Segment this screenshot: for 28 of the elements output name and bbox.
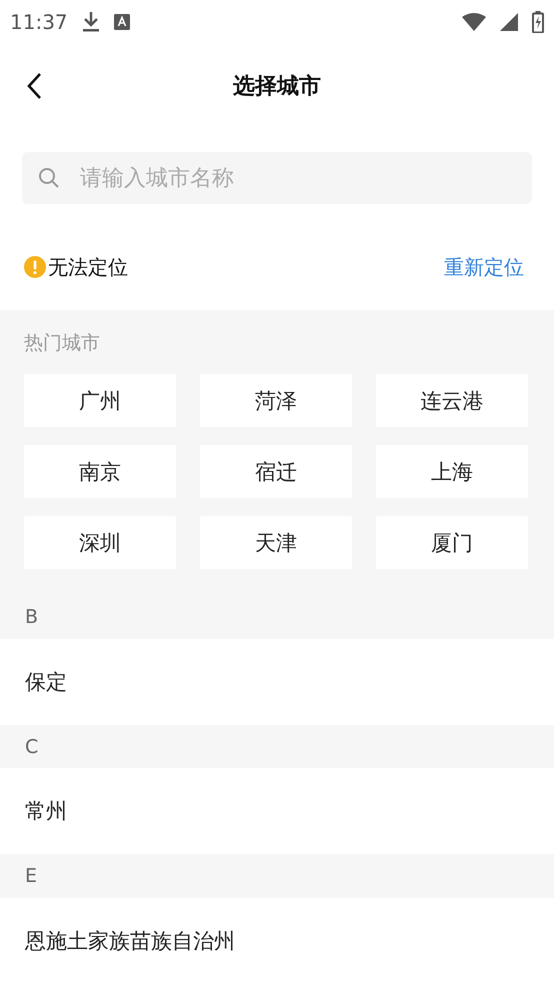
- page-title: 选择城市: [233, 72, 321, 101]
- section-letter: E: [25, 865, 38, 888]
- relocate-link[interactable]: 重新定位: [444, 254, 524, 280]
- section-letter: B: [25, 606, 38, 628]
- keyboard-app-icon: [114, 14, 130, 30]
- city-button[interactable]: 深圳: [24, 516, 176, 569]
- city-button[interactable]: 南京: [24, 445, 176, 498]
- search-field[interactable]: 请输入城市名称: [22, 152, 532, 204]
- city-row[interactable]: 保定: [0, 638, 554, 725]
- city-button[interactable]: 连云港: [376, 374, 528, 427]
- city-button[interactable]: 广州: [24, 374, 176, 427]
- hot-cities-title: 热门城市: [24, 331, 101, 356]
- city-button[interactable]: 天津: [200, 516, 352, 569]
- download-icon: [82, 11, 100, 33]
- search-icon: [38, 167, 60, 189]
- location-status: 无法定位: [48, 254, 128, 280]
- status-time: 11:37: [10, 10, 68, 34]
- city-button[interactable]: 厦门: [376, 516, 528, 569]
- wifi-icon: [462, 13, 486, 31]
- warning-icon: [24, 256, 46, 278]
- battery-icon: [532, 11, 544, 33]
- city-button[interactable]: 宿迁: [200, 445, 352, 498]
- signal-icon: [500, 13, 518, 31]
- city-button[interactable]: 菏泽: [200, 374, 352, 427]
- city-row[interactable]: 常州: [0, 768, 554, 854]
- section-letter: C: [25, 736, 38, 758]
- city-row[interactable]: 恩施土家族苗族自治州: [0, 898, 554, 984]
- city-button[interactable]: 上海: [376, 445, 528, 498]
